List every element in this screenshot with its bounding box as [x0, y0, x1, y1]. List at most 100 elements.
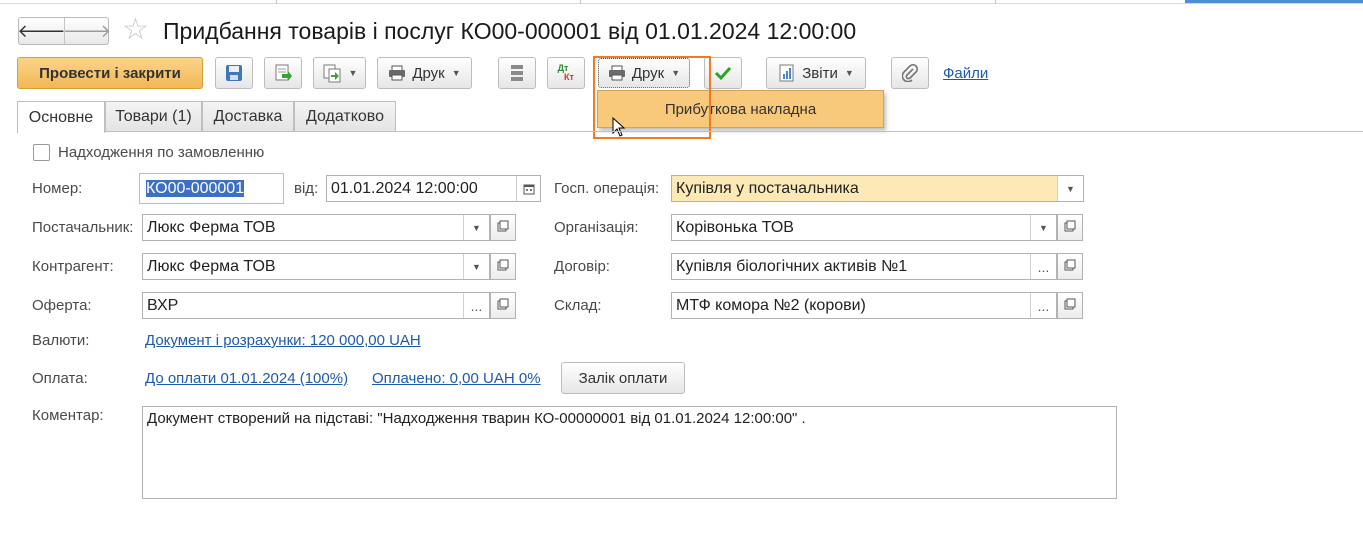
kt-label: Кт — [564, 72, 574, 82]
organization-label: Організація: — [554, 219, 639, 236]
date-label: від: — [294, 180, 319, 197]
date-field[interactable]: 01.01.2024 12:00:00 — [326, 175, 541, 202]
report-icon — [778, 64, 796, 82]
payment-paid-link[interactable]: Оплачено: 0,00 UAH 0% — [372, 370, 541, 387]
chevron-down-icon[interactable]: ▼ — [1030, 215, 1056, 240]
create-based-on-icon — [322, 63, 342, 83]
dt-kt-postings-button[interactable]: Дт Кт — [547, 57, 585, 89]
tab-main-label: Основне — [28, 108, 94, 126]
open-window-icon — [1064, 258, 1076, 275]
offer-field[interactable]: ВХР ... — [142, 292, 490, 319]
operation-select[interactable]: Купівля у постачальника ▼ — [671, 175, 1084, 202]
back-button[interactable]: 🡐 — [17, 18, 66, 44]
comment-textarea[interactable]: Документ створений на підставі: "Надходж… — [142, 406, 1117, 499]
by-order-checkbox[interactable] — [33, 144, 50, 161]
open-counterparty-button[interactable] — [490, 253, 516, 280]
top-tab-divider — [995, 0, 996, 4]
print-menu-label: Друк — [412, 64, 445, 82]
highlight-frame — [593, 56, 711, 139]
history-navigation: 🡐 🡒 — [17, 17, 112, 45]
open-window-icon — [1064, 297, 1076, 314]
number-value: КО00-000001 — [146, 179, 245, 197]
reports-menu-button[interactable]: Звіти ▼ — [766, 57, 866, 89]
counterparty-field[interactable]: Люкс Ферма ТОВ ▼ — [142, 253, 490, 280]
open-warehouse-button[interactable] — [1057, 292, 1083, 319]
arrow-right-icon: 🡒 — [62, 20, 112, 41]
ellipsis-select-icon[interactable]: ... — [1030, 254, 1056, 279]
payment-offset-button[interactable]: Залік оплати — [561, 362, 685, 394]
files-link[interactable]: Файли — [943, 65, 988, 82]
supplier-field[interactable]: Люкс Ферма ТОВ ▼ — [142, 214, 490, 241]
post-and-close-button[interactable]: Провести і закрити — [17, 57, 203, 89]
open-window-icon — [497, 219, 509, 236]
operation-label: Госп. операція: — [554, 180, 660, 197]
tab-delivery-label: Доставка — [213, 108, 283, 125]
chevron-down-icon[interactable]: ▼ — [463, 215, 489, 240]
chevron-down-icon: ▼ — [348, 68, 358, 78]
list-stack-icon — [510, 64, 524, 82]
arrow-left-icon: 🡐 — [17, 20, 66, 41]
attach-file-button[interactable] — [891, 57, 929, 89]
tabs-divider — [17, 131, 1363, 132]
payment-label: Оплата: — [32, 370, 88, 387]
tab-goods[interactable]: Товари (1) — [105, 101, 202, 132]
save-button[interactable] — [215, 57, 253, 89]
chevron-down-icon[interactable]: ▼ — [1057, 176, 1083, 201]
create-based-on-button[interactable]: ▼ — [313, 57, 366, 89]
reports-label: Звіти — [802, 64, 838, 82]
number-field[interactable]: КО00-000001 — [139, 173, 284, 204]
open-supplier-button[interactable] — [490, 214, 516, 241]
date-value: 01.01.2024 12:00:00 — [331, 179, 478, 197]
operation-value: Купівля у постачальника — [676, 179, 859, 197]
payment-offset-label: Залік оплати — [578, 369, 668, 387]
mouse-cursor-icon — [612, 116, 626, 141]
tab-delivery[interactable]: Доставка — [202, 101, 294, 132]
calendar-icon[interactable] — [516, 176, 540, 201]
by-order-label: Надходження по замовленню — [58, 144, 265, 161]
offer-label: Оферта: — [32, 297, 92, 314]
chevron-down-icon: ▼ — [844, 68, 854, 78]
currency-link[interactable]: Документ і розрахунки: 120 000,00 UAH — [145, 332, 421, 349]
open-contract-button[interactable] — [1057, 253, 1083, 280]
window-top-strip — [0, 0, 1363, 4]
active-window-indicator — [1185, 0, 1363, 3]
contract-value: Купівля біологічних активів №1 — [676, 257, 908, 275]
supplier-label: Постачальник: — [32, 219, 134, 236]
chevron-down-icon: ▼ — [451, 68, 461, 78]
supplier-value: Люкс Ферма ТОВ — [147, 218, 276, 236]
open-offer-button[interactable] — [490, 292, 516, 319]
counterparty-value: Люкс Ферма ТОВ — [147, 257, 276, 275]
payment-due-link[interactable]: До оплати 01.01.2024 (100%) — [145, 370, 348, 387]
print-menu-button[interactable]: Друк ▼ — [377, 57, 472, 89]
warehouse-field[interactable]: МТФ комора №2 (корови) ... — [671, 292, 1057, 319]
comment-label: Коментар: — [32, 407, 104, 424]
organization-field[interactable]: Корівонька ТОВ ▼ — [671, 214, 1057, 241]
open-window-icon — [1064, 219, 1076, 236]
ellipsis-select-icon[interactable]: ... — [1030, 293, 1056, 318]
organization-value: Корівонька ТОВ — [676, 218, 794, 236]
open-organization-button[interactable] — [1057, 214, 1083, 241]
currency-label: Валюти: — [32, 332, 90, 349]
open-window-icon — [497, 258, 509, 275]
counterparty-label: Контрагент: — [32, 258, 114, 275]
document-structure-button[interactable] — [498, 57, 536, 89]
number-label: Номер: — [32, 180, 83, 197]
open-window-icon — [497, 297, 509, 314]
tab-additional-label: Додатково — [305, 108, 385, 125]
top-tab-divider — [580, 0, 581, 4]
forward-button[interactable]: 🡒 — [62, 18, 112, 44]
post-document-icon — [273, 63, 293, 83]
printer-icon — [388, 65, 406, 81]
contract-field[interactable]: Купівля біологічних активів №1 ... — [671, 253, 1057, 280]
page-title: Придбання товарів і послуг КО00-000001 в… — [163, 18, 857, 44]
contract-label: Договір: — [554, 258, 610, 275]
warehouse-value: МТФ комора №2 (корови) — [676, 296, 866, 314]
tab-additional[interactable]: Додатково — [294, 101, 396, 132]
ellipsis-select-icon[interactable]: ... — [463, 293, 489, 318]
warehouse-label: Склад: — [554, 297, 602, 314]
post-button[interactable] — [264, 57, 302, 89]
offer-value: ВХР — [147, 296, 179, 314]
tab-main[interactable]: Основне — [17, 101, 105, 133]
chevron-down-icon[interactable]: ▼ — [463, 254, 489, 279]
favorite-star-icon[interactable]: ☆ — [122, 14, 149, 46]
